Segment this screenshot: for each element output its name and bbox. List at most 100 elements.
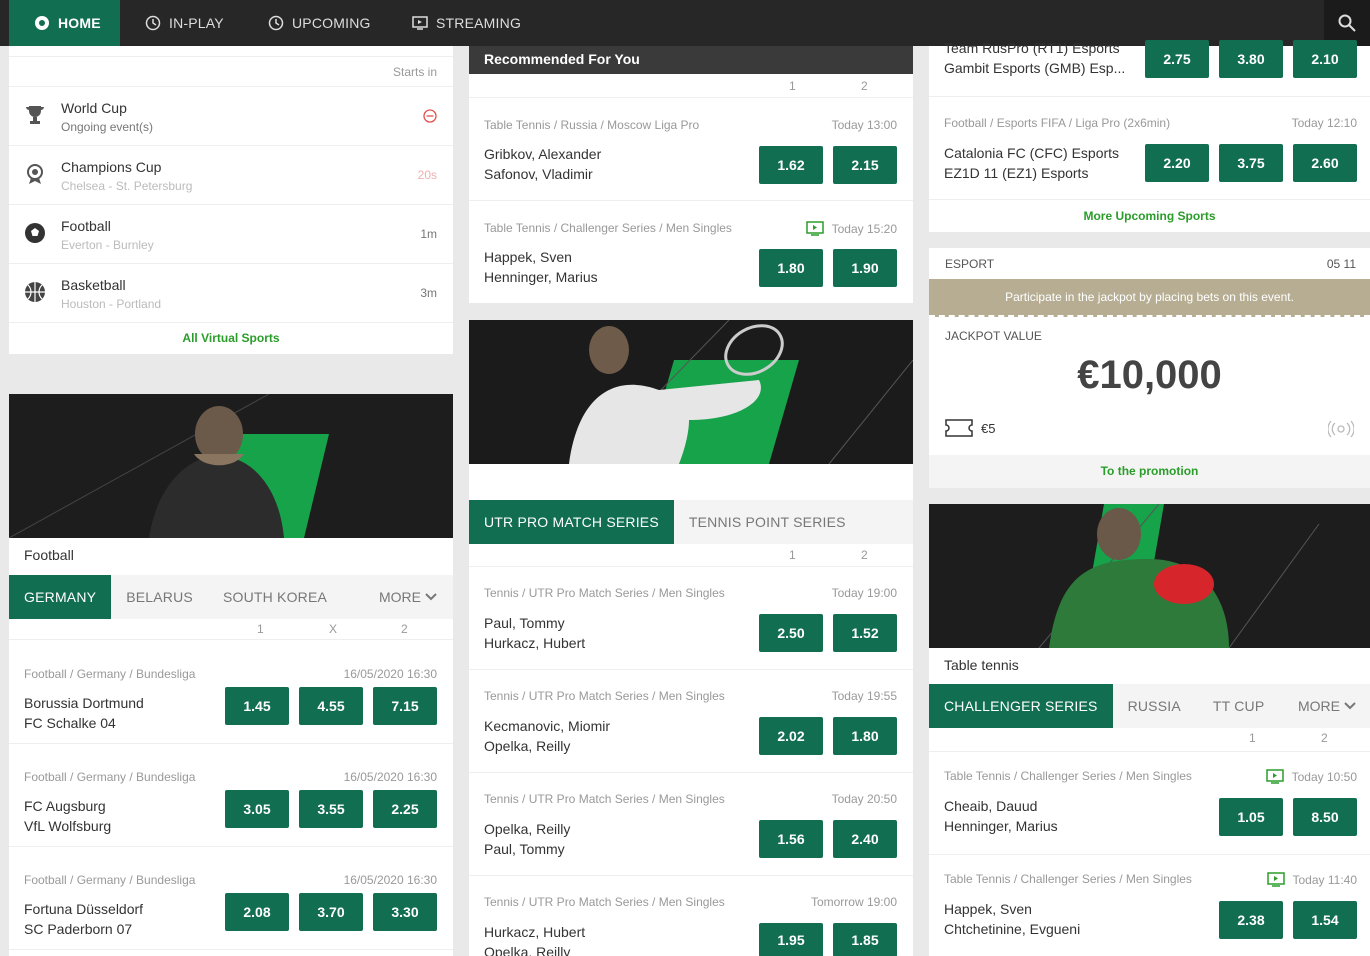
- odd-button-1[interactable]: 3.05: [225, 790, 289, 828]
- more-upcoming-sports-link[interactable]: More Upcoming Sports: [929, 209, 1370, 223]
- match-time: 16/05/2020 16:30: [343, 770, 437, 784]
- team-home: Opelka, Reilly: [484, 821, 571, 837]
- odd-button-2[interactable]: 3.30: [373, 893, 437, 931]
- virtual-row-world-cup[interactable]: World Cup Ongoing event(s): [9, 86, 453, 145]
- odd-button-1[interactable]: 1.80: [759, 249, 823, 287]
- odd-button-2[interactable]: 1.52: [833, 614, 897, 652]
- odd-button-2[interactable]: 8.50: [1293, 798, 1357, 836]
- team-away: SC Paderborn 07: [24, 921, 133, 937]
- more-label: MORE: [1298, 698, 1340, 714]
- nav-upcoming[interactable]: UPCOMING: [268, 0, 371, 46]
- odd-button-2[interactable]: 1.85: [833, 923, 897, 956]
- match-card[interactable]: Table Tennis / Russia / Moscow Liga Pro …: [469, 97, 913, 200]
- odd-button-x[interactable]: 3.75: [1219, 144, 1283, 182]
- match-meta: Table Tennis / Challenger Series / Men S…: [484, 221, 732, 235]
- nav-streaming[interactable]: STREAMING: [412, 0, 521, 46]
- more-label: MORE: [379, 589, 421, 605]
- tab-tennis-point-series[interactable]: TENNIS POINT SERIES: [674, 500, 861, 544]
- odd-button-2[interactable]: 2.15: [833, 146, 897, 184]
- virtual-row-sub: Chelsea - St. Petersburg: [61, 179, 193, 193]
- match-card[interactable]: Team RusPro (RT1) Esports Gambit Esports…: [929, 40, 1370, 96]
- virtual-sports-card: Starts in World Cup Ongoing event(s) Cha…: [9, 46, 453, 354]
- match-card[interactable]: Tennis / UTR Pro Match Series / Men Sing…: [469, 669, 913, 772]
- odd-button-1[interactable]: 2.20: [1145, 144, 1209, 182]
- match-card[interactable]: Table Tennis / Challenger Series / Men S…: [469, 200, 913, 303]
- odd-button-2[interactable]: 7.15: [373, 687, 437, 725]
- match-card[interactable]: Tennis / UTR Pro Match Series / Men Sing…: [469, 875, 913, 956]
- col-header-2: 2: [861, 548, 868, 562]
- odd-button-1[interactable]: 1.95: [759, 923, 823, 956]
- tab-belarus[interactable]: BELARUS: [111, 575, 208, 619]
- jackpot-value-label: JACKPOT VALUE: [945, 329, 1042, 343]
- virtual-row-sub: Ongoing event(s): [61, 120, 154, 134]
- virtual-row-countdown: 1m: [420, 227, 437, 241]
- tennis-banner-image: [469, 320, 913, 464]
- virtual-row-football[interactable]: Football Everton - Burnley 1m: [9, 204, 453, 263]
- match-meta: Football / Germany / Bundesliga: [24, 873, 196, 887]
- all-virtual-sports-link[interactable]: All Virtual Sports: [9, 331, 453, 345]
- tab-russia[interactable]: RUSSIA: [1113, 684, 1196, 728]
- match-card[interactable]: Table Tennis / Challenger Series / Men S…: [929, 854, 1370, 956]
- virtual-row-basketball[interactable]: Basketball Houston - Portland 3m: [9, 263, 453, 322]
- odd-button-x[interactable]: 3.55: [299, 790, 363, 828]
- odd-button-1[interactable]: 2.02: [759, 717, 823, 755]
- odd-button-1[interactable]: 2.38: [1219, 901, 1283, 939]
- recommended-col-header: 1 2: [469, 74, 913, 97]
- virtual-row-countdown: 20s: [417, 168, 437, 182]
- odd-button-1[interactable]: 1.45: [225, 687, 289, 725]
- tab-germany[interactable]: GERMANY: [9, 575, 112, 619]
- tab-tt-cup[interactable]: TT CUP: [1196, 684, 1280, 728]
- match-card[interactable]: Tennis / UTR Pro Match Series / Men Sing…: [469, 566, 913, 669]
- odd-button-1[interactable]: 1.62: [759, 146, 823, 184]
- match-time: Today 19:00: [831, 586, 897, 600]
- match-meta: Football / Germany / Bundesliga: [24, 770, 196, 784]
- match-card[interactable]: Table Tennis / Challenger Series / Men S…: [929, 751, 1370, 854]
- table-tennis-more-dropdown[interactable]: MORE: [1298, 684, 1356, 728]
- team-home: Happek, Sven: [944, 901, 1032, 917]
- table-tennis-banner-image: [929, 504, 1370, 648]
- tab-challenger-series[interactable]: CHALLENGER SERIES: [929, 684, 1113, 728]
- match-time: 16/05/2020 16:30: [343, 873, 437, 887]
- nav-home[interactable]: HOME: [9, 0, 120, 46]
- team-away: Safonov, Vladimir: [484, 166, 593, 182]
- odd-button-2[interactable]: 2.25: [373, 790, 437, 828]
- football-more-dropdown[interactable]: MORE: [379, 575, 437, 619]
- match-card[interactable]: Football / Germany / Bundesliga 16/05/20…: [9, 647, 453, 744]
- match-card[interactable]: Football / Germany / Bundesliga 16/05/20…: [9, 853, 453, 950]
- spacer: [469, 464, 913, 500]
- odd-button-1[interactable]: 2.08: [225, 893, 289, 931]
- odd-button-1[interactable]: 1.56: [759, 820, 823, 858]
- table-tennis-tabs: CHALLENGER SERIES RUSSIA TT CUP MORE: [929, 684, 1370, 728]
- odd-button-2[interactable]: 1.90: [833, 249, 897, 287]
- odd-button-2[interactable]: 2.60: [1293, 144, 1357, 182]
- odd-button-2[interactable]: 1.80: [833, 717, 897, 755]
- match-meta: Football / Esports FIFA / Liga Pro (2x6m…: [944, 116, 1171, 130]
- match-card[interactable]: Tennis / UTR Pro Match Series / Men Sing…: [469, 772, 913, 875]
- home-ball-icon: [35, 16, 49, 30]
- search-icon: [1338, 14, 1356, 32]
- match-meta: Table Tennis / Challenger Series / Men S…: [944, 769, 1192, 783]
- tab-utr-pro-match-series[interactable]: UTR PRO MATCH SERIES: [469, 500, 674, 544]
- nav-inplay[interactable]: IN-PLAY: [145, 0, 224, 46]
- odd-button-2[interactable]: 2.10: [1293, 40, 1357, 78]
- odd-button-1[interactable]: 2.50: [759, 614, 823, 652]
- odd-button-1[interactable]: 2.75: [1145, 40, 1209, 78]
- match-card[interactable]: Football / Germany / Bundesliga 16/05/20…: [9, 750, 453, 847]
- virtual-row-champions-cup[interactable]: Champions Cup Chelsea - St. Petersburg 2…: [9, 145, 453, 204]
- odd-button-x[interactable]: 3.80: [1219, 40, 1283, 78]
- tab-south-korea[interactable]: SOUTH KOREA: [208, 575, 342, 619]
- virtual-row-name: World Cup: [61, 100, 127, 116]
- match-card[interactable]: Football / Esports FIFA / Liga Pro (2x6m…: [929, 96, 1370, 199]
- team-home: Catalonia FC (CFC) Esports: [944, 145, 1120, 161]
- odd-button-x[interactable]: 4.55: [299, 687, 363, 725]
- team-home: Kecmanovic, Miomir: [484, 718, 611, 734]
- odd-button-1[interactable]: 1.05: [1219, 798, 1283, 836]
- nav-home-label: HOME: [58, 15, 101, 31]
- odd-button-2[interactable]: 1.54: [1293, 901, 1357, 939]
- odd-button-x[interactable]: 3.70: [299, 893, 363, 931]
- team-home: Borussia Dortmund: [24, 695, 144, 711]
- virtual-row-countdown: 3m: [420, 286, 437, 300]
- match-time: Today 13:00: [831, 118, 897, 132]
- odd-button-2[interactable]: 2.40: [833, 820, 897, 858]
- to-the-promotion-link[interactable]: To the promotion: [929, 464, 1370, 478]
